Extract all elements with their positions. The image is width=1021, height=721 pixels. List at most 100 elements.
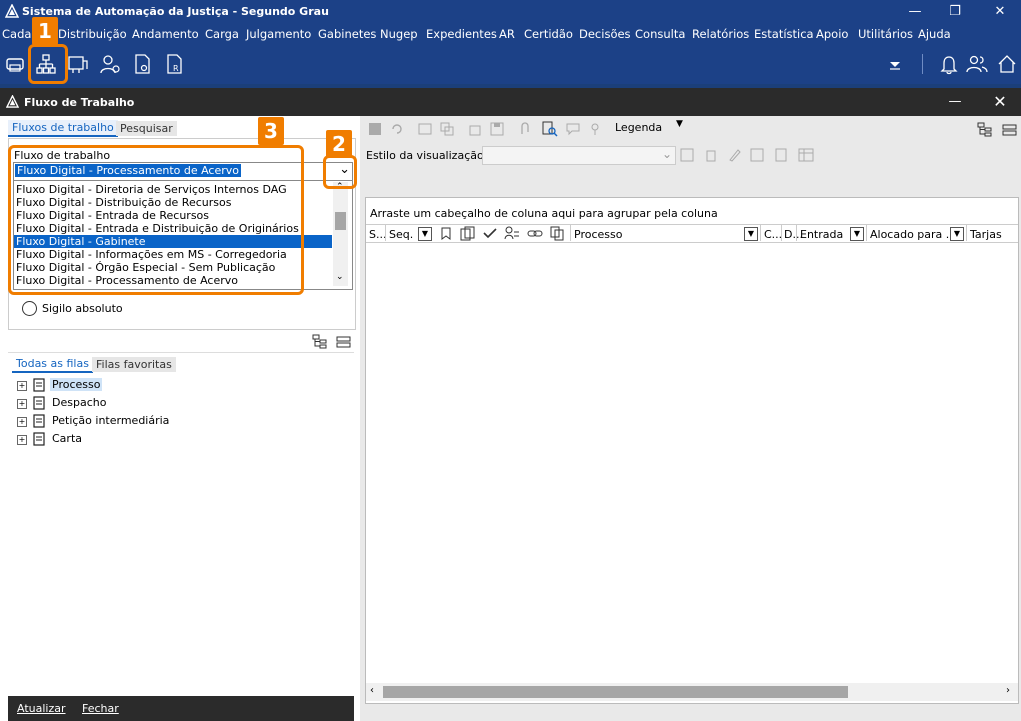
col-alocado[interactable]: Alocado para ... bbox=[870, 228, 956, 241]
users-icon[interactable] bbox=[966, 53, 988, 75]
trash-icon[interactable] bbox=[704, 148, 718, 162]
check-doc-icon[interactable] bbox=[418, 122, 432, 136]
home-icon[interactable] bbox=[996, 53, 1018, 75]
document-r-icon[interactable]: R bbox=[163, 53, 185, 75]
list-icon[interactable] bbox=[774, 148, 788, 162]
menu-item-16[interactable]: Ajuda bbox=[918, 27, 951, 41]
tree-item[interactable]: Carta bbox=[52, 432, 82, 445]
document-o-icon[interactable] bbox=[131, 53, 153, 75]
callout-3-badge: 3 bbox=[258, 117, 284, 145]
tree-expand-icon[interactable] bbox=[312, 334, 327, 349]
tree-collapse-icon[interactable] bbox=[1002, 122, 1017, 137]
fechar-button[interactable]: Fechar bbox=[82, 702, 119, 715]
tab-pesquisar[interactable]: Pesquisar bbox=[116, 121, 177, 136]
pin-icon[interactable] bbox=[588, 122, 602, 136]
export-icon[interactable] bbox=[750, 148, 764, 162]
seq-filter-icon[interactable]: ▼ bbox=[418, 227, 432, 241]
save-icon[interactable] bbox=[490, 122, 504, 136]
entrada-filter-icon[interactable]: ▼ bbox=[850, 227, 864, 241]
estilo-label: Estilo da visualização bbox=[366, 149, 484, 162]
menu-item-6[interactable]: Nugep bbox=[380, 27, 418, 41]
close-button[interactable]: ✕ bbox=[980, 0, 1020, 24]
menu-item-4[interactable]: Julgamento bbox=[246, 27, 311, 41]
menu-item-11[interactable]: Consulta bbox=[635, 27, 685, 41]
copy-icon[interactable] bbox=[440, 122, 454, 136]
tree-item[interactable]: Petição intermediária bbox=[52, 414, 169, 427]
legenda-label[interactable]: Legenda bbox=[615, 121, 662, 134]
tree-item[interactable]: Despacho bbox=[52, 396, 106, 409]
menu-item-9[interactable]: Certidão bbox=[524, 27, 573, 41]
estilo-select[interactable]: ⌄ bbox=[482, 146, 676, 165]
h-scroll-thumb[interactable] bbox=[383, 686, 848, 698]
menu-item-7[interactable]: Expedientes bbox=[426, 27, 497, 41]
printer-icon[interactable] bbox=[4, 53, 26, 75]
process-grid: Arraste um cabeçalho de coluna aqui para… bbox=[365, 197, 1019, 704]
alocado-filter-icon[interactable]: ▼ bbox=[950, 227, 964, 241]
menu-item-3[interactable]: Carga bbox=[205, 27, 239, 41]
user-settings-icon[interactable] bbox=[99, 53, 121, 75]
tree-expander-icon[interactable]: + bbox=[17, 435, 27, 445]
scroll-thumb[interactable] bbox=[335, 212, 346, 230]
menu-item-0[interactable]: Cada bbox=[2, 27, 31, 41]
clipboard-icon bbox=[33, 396, 45, 410]
lock-doc-icon[interactable] bbox=[468, 122, 482, 136]
check-icon[interactable] bbox=[483, 227, 497, 240]
callout-1-badge: 1 bbox=[32, 17, 58, 45]
menu-item-2[interactable]: Andamento bbox=[132, 27, 199, 41]
refresh-icon[interactable] bbox=[390, 122, 404, 136]
link-icon[interactable] bbox=[527, 227, 543, 240]
menu-item-5[interactable]: Gabinetes bbox=[318, 27, 376, 41]
menu-item-14[interactable]: Apoio bbox=[816, 27, 848, 41]
subwindow-close-button[interactable]: ✕ bbox=[980, 90, 1020, 114]
dropdown-arrow-icon[interactable] bbox=[884, 53, 906, 75]
legenda-dropdown-icon[interactable]: ▼ bbox=[676, 119, 683, 129]
scroll-right-icon[interactable]: › bbox=[1006, 685, 1010, 696]
atualizar-button[interactable]: Atualizar bbox=[17, 702, 66, 715]
processo-filter-icon[interactable]: ▼ bbox=[744, 227, 758, 241]
copy-doc-icon[interactable] bbox=[550, 226, 564, 241]
col-c[interactable]: C... bbox=[764, 228, 782, 241]
user-tree-icon[interactable] bbox=[504, 226, 520, 241]
flag-icon[interactable] bbox=[368, 122, 382, 136]
menu-item-10[interactable]: Decisões bbox=[579, 27, 631, 41]
tree-item[interactable]: Processo bbox=[50, 378, 103, 391]
col-seq[interactable]: Seq. bbox=[389, 228, 413, 241]
grid-icon[interactable] bbox=[798, 148, 814, 162]
distribution-icon[interactable] bbox=[67, 53, 89, 75]
tab-filas-favoritas[interactable]: Filas favoritas bbox=[92, 357, 176, 372]
scroll-left-icon[interactable]: ‹ bbox=[370, 685, 374, 696]
attach-icon[interactable] bbox=[518, 122, 532, 136]
bookmark-icon[interactable] bbox=[440, 227, 452, 240]
subwindow-minimize-button[interactable]: — bbox=[935, 90, 975, 114]
sigilo-radio[interactable] bbox=[22, 301, 37, 316]
menu-item-13[interactable]: Estatística bbox=[754, 27, 814, 41]
save-style-icon[interactable] bbox=[680, 148, 694, 162]
col-status[interactable]: S... bbox=[369, 228, 386, 241]
comment-icon[interactable] bbox=[566, 122, 580, 136]
col-processo[interactable]: Processo bbox=[574, 228, 622, 241]
tab-todas-filas[interactable]: Todas as filas bbox=[12, 356, 93, 373]
search-doc-icon[interactable] bbox=[542, 121, 558, 137]
tree-expand-icon[interactable] bbox=[977, 122, 992, 137]
restore-button[interactable]: ❐ bbox=[935, 0, 975, 24]
bell-icon[interactable] bbox=[938, 53, 960, 75]
scroll-down-icon[interactable]: ⌄ bbox=[336, 272, 344, 282]
menu-item-1[interactable]: Distribuição bbox=[58, 27, 127, 41]
menu-item-8[interactable]: AR bbox=[499, 27, 515, 41]
menu-item-12[interactable]: Relatórios bbox=[692, 27, 749, 41]
documents-icon[interactable] bbox=[460, 226, 476, 241]
chevron-down-icon[interactable]: ⌄ bbox=[662, 147, 672, 161]
tree-expander-icon[interactable]: + bbox=[17, 417, 27, 427]
col-tarjas[interactable]: Tarjas bbox=[970, 228, 1002, 241]
tree-expander-icon[interactable]: + bbox=[17, 381, 27, 391]
tab-fluxos[interactable]: Fluxos de trabalho bbox=[8, 120, 118, 137]
edit-icon[interactable] bbox=[728, 148, 742, 162]
dropdown-scrollbar[interactable]: ⌃ ⌄ bbox=[333, 182, 348, 286]
horizontal-scrollbar[interactable]: ‹ › bbox=[366, 683, 1018, 701]
menu-item-15[interactable]: Utilitários bbox=[858, 27, 913, 41]
minimize-button[interactable]: — bbox=[895, 0, 935, 24]
col-entrada[interactable]: Entrada bbox=[800, 228, 843, 241]
tree-expander-icon[interactable]: + bbox=[17, 399, 27, 409]
subwindow-title-bar: Fluxo de Trabalho — ✕ bbox=[0, 88, 1021, 116]
tree-collapse-icon[interactable] bbox=[336, 334, 351, 349]
